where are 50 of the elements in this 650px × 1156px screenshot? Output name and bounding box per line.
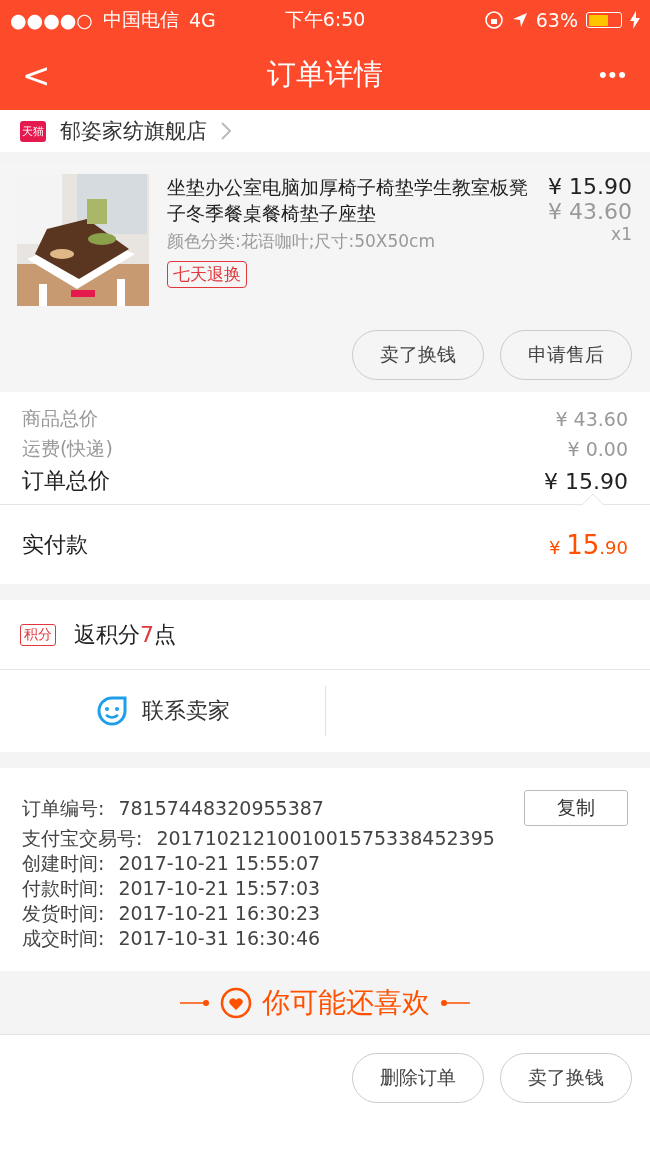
summary-label: 商品总价 — [22, 406, 98, 431]
copy-button[interactable]: 复制 — [524, 790, 628, 826]
page-title: 订单详情 — [266, 56, 384, 93]
product-title: 坐垫办公室电脑加厚椅子椅垫学生教室板凳子冬季餐桌餐椅垫子座垫 — [167, 175, 529, 226]
paid-label: 实付款 — [22, 530, 88, 559]
smiley-icon — [95, 695, 128, 727]
store-link[interactable]: 郁姿家纺旗舰店 — [60, 117, 207, 145]
info-label: 发货时间: — [22, 901, 105, 926]
line-dot-icon — [440, 998, 470, 1007]
summary-value: ¥ 15.90 — [544, 468, 628, 494]
order-number: 78157448320955387 — [118, 795, 324, 821]
clock: 下午6:50 — [284, 8, 366, 30]
network-type: 4G — [188, 9, 216, 31]
action-button[interactable]: 申请售后 — [500, 330, 632, 380]
info-label: 付款时间: — [22, 876, 105, 901]
product-price: ¥ 15.90 — [548, 174, 632, 199]
points-badge: 积分 — [20, 623, 56, 646]
original-price: ¥ 43.60 — [548, 199, 632, 224]
quantity: x1 — [611, 224, 632, 244]
info-label: 订单编号: — [22, 795, 105, 821]
store-badge: 天猫 — [20, 120, 46, 142]
charging-bolt-icon — [630, 11, 640, 29]
info-label: 支付宝交易号: — [22, 826, 143, 851]
action-button[interactable]: 卖了换钱 — [500, 1053, 632, 1103]
info-value: 2017-10-31 16:30:46 — [118, 926, 321, 951]
carrier: 中国电信 — [102, 7, 179, 32]
summary-value: ¥ 0.00 — [567, 438, 628, 460]
points-reward: 返积分7点 — [74, 620, 176, 649]
info-value: 2017-10-21 15:55:07 — [118, 851, 321, 876]
product-spec: 颜色分类:花语咖叶;尺寸:50X50cm — [167, 230, 436, 253]
recommend-title: 你可能还喜欢 — [262, 984, 430, 1021]
info-label: 创建时间: — [22, 851, 105, 876]
info-value: 2017102121001001575338452395 — [156, 826, 495, 851]
action-button[interactable]: 卖了换钱 — [352, 330, 484, 380]
summary-label: 运费(快递) — [22, 436, 113, 461]
line-dot-icon — [180, 998, 210, 1007]
location-arrow-icon — [511, 12, 528, 28]
paid-amount: ¥ 15.90 — [549, 529, 628, 560]
info-value: 2017-10-21 15:57:03 — [118, 876, 321, 901]
battery-percentage: 63% — [535, 9, 578, 31]
action-button[interactable]: 删除订单 — [352, 1053, 484, 1103]
rotation-lock-icon — [483, 10, 504, 30]
info-value: 2017-10-21 16:30:23 — [118, 901, 321, 926]
return-policy-tag: 七天退换 — [167, 261, 247, 288]
summary-label: 订单总价 — [22, 467, 110, 495]
battery-icon — [586, 12, 622, 28]
signal-strength: ●●●●○ — [10, 9, 93, 31]
info-label: 成交时间: — [22, 926, 105, 951]
summary-value: ¥ 43.60 — [555, 408, 628, 430]
chevron-right-icon — [221, 122, 231, 140]
